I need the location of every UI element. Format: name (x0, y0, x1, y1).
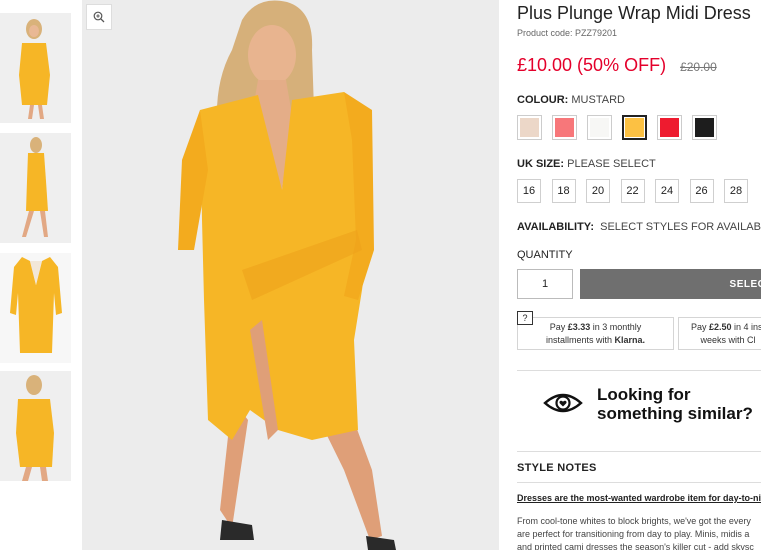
klarna-box2-post: in 4 inst (734, 322, 761, 332)
thumbnail-1[interactable] (0, 13, 71, 123)
colour-swatch-5[interactable] (657, 115, 682, 140)
size-option-18[interactable]: 18 (551, 179, 576, 203)
klarna-box1-post: in 3 monthly (590, 322, 642, 332)
similar-line-2: something similar? (597, 404, 753, 423)
klarna-help-icon[interactable]: ? (517, 311, 533, 325)
size-option-20[interactable]: 20 (586, 179, 610, 203)
colour-swatch-fill (590, 118, 609, 137)
model-photo (82, 0, 499, 550)
thumbnail-1-image (0, 13, 71, 123)
size-option-16[interactable]: 16 (517, 179, 541, 203)
availability-label: AVAILABILITY: (517, 221, 594, 233)
size-option-26[interactable]: 26 (689, 179, 714, 203)
similar-line-1: Looking for (597, 385, 691, 404)
style-notes-divider (517, 482, 761, 483)
klarna-box2-pre: Pay (690, 322, 709, 332)
thumbnail-2[interactable] (0, 133, 71, 243)
sale-price: £10.00 (50% OFF) (517, 55, 667, 75)
eye-heart-icon (543, 393, 583, 413)
size-options: 16 18 20 22 24 26 28 (517, 179, 759, 203)
size-label-key: UK SIZE: (517, 158, 565, 170)
size-option-28[interactable]: 28 (724, 179, 748, 203)
klarna-box2-amount: £2.50 (708, 322, 732, 332)
style-notes-line-3: and printed cami dresses the season's ki… (517, 542, 754, 550)
size-value: PLEASE SELECT (567, 158, 656, 170)
similar-items-banner[interactable]: Looking for something similar? (517, 370, 761, 452)
product-details: Plus Plunge Wrap Midi Dress Product code… (517, 0, 761, 550)
style-notes-heading[interactable]: STYLE NOTES (517, 462, 597, 474)
availability-value: SELECT STYLES FOR AVAILABILITY (600, 221, 761, 233)
colour-swatch-4[interactable] (622, 115, 647, 140)
klarna-box2-line2: weeks with Cl (700, 335, 756, 345)
quantity-label: QUANTITY (517, 249, 573, 261)
style-notes-line-2: are perfect for transitioning from day t… (517, 529, 750, 539)
quantity-input[interactable]: 1 (517, 269, 573, 299)
thumbnail-3-image (0, 253, 71, 363)
colour-swatch-6[interactable] (692, 115, 717, 140)
colour-swatch-fill (625, 118, 644, 137)
colour-swatch-1[interactable] (517, 115, 542, 140)
colour-swatch-fill (660, 118, 679, 137)
colour-swatch-3[interactable] (587, 115, 612, 140)
similar-items-text: Looking for something similar? (597, 385, 753, 423)
style-notes-line-1: From cool-tone whites to block brights, … (517, 516, 751, 526)
zoom-in-icon (93, 11, 105, 23)
size-option-24[interactable]: 24 (655, 179, 679, 203)
product-code: Product code: PZZ79201 (517, 28, 618, 38)
klarna-box1-amount: £3.33 (567, 322, 591, 332)
thumbnail-2-image (0, 133, 71, 243)
size-option-22[interactable]: 22 (620, 179, 645, 203)
product-title: Plus Plunge Wrap Midi Dress (517, 3, 751, 23)
colour-swatch-fill (520, 118, 539, 137)
colour-swatches (517, 115, 727, 140)
colour-swatch-fill (695, 118, 714, 137)
zoom-button[interactable] (86, 4, 112, 30)
main-product-image (82, 0, 499, 550)
colour-swatch-2[interactable] (552, 115, 577, 140)
style-notes-body: From cool-tone whites to block brights, … (517, 515, 761, 550)
colour-label: COLOUR: MUSTARD (517, 94, 625, 106)
klarna-3-monthly-box[interactable]: Pay £3.33 in 3 monthly installments with… (517, 317, 674, 350)
colour-swatch-fill (555, 118, 574, 137)
thumbnail-4[interactable] (0, 371, 71, 481)
klarna-logo: Klarna. (614, 335, 646, 345)
style-notes-link[interactable]: Dresses are the most-wanted wardrobe ite… (517, 493, 761, 503)
klarna-4-weekly-box[interactable]: Pay £2.50 in 4 inst weeks with Cl (678, 317, 761, 350)
colour-label-key: COLOUR: (517, 94, 569, 106)
select-size-button[interactable]: SELECT (580, 269, 761, 299)
thumbnail-3[interactable] (0, 253, 71, 363)
availability-row: AVAILABILITY: SELECT STYLES FOR AVAILABI… (517, 221, 761, 233)
colour-value: MUSTARD (571, 94, 625, 106)
size-label: UK SIZE: PLEASE SELECT (517, 158, 656, 170)
klarna-box1-pre: Pay (549, 322, 568, 332)
original-price: £20.00 (680, 60, 717, 74)
thumbnail-4-image (0, 371, 71, 481)
klarna-box1-line2: installments with (545, 335, 615, 345)
price-row: £10.00 (50% OFF) £20.00 (517, 55, 717, 76)
